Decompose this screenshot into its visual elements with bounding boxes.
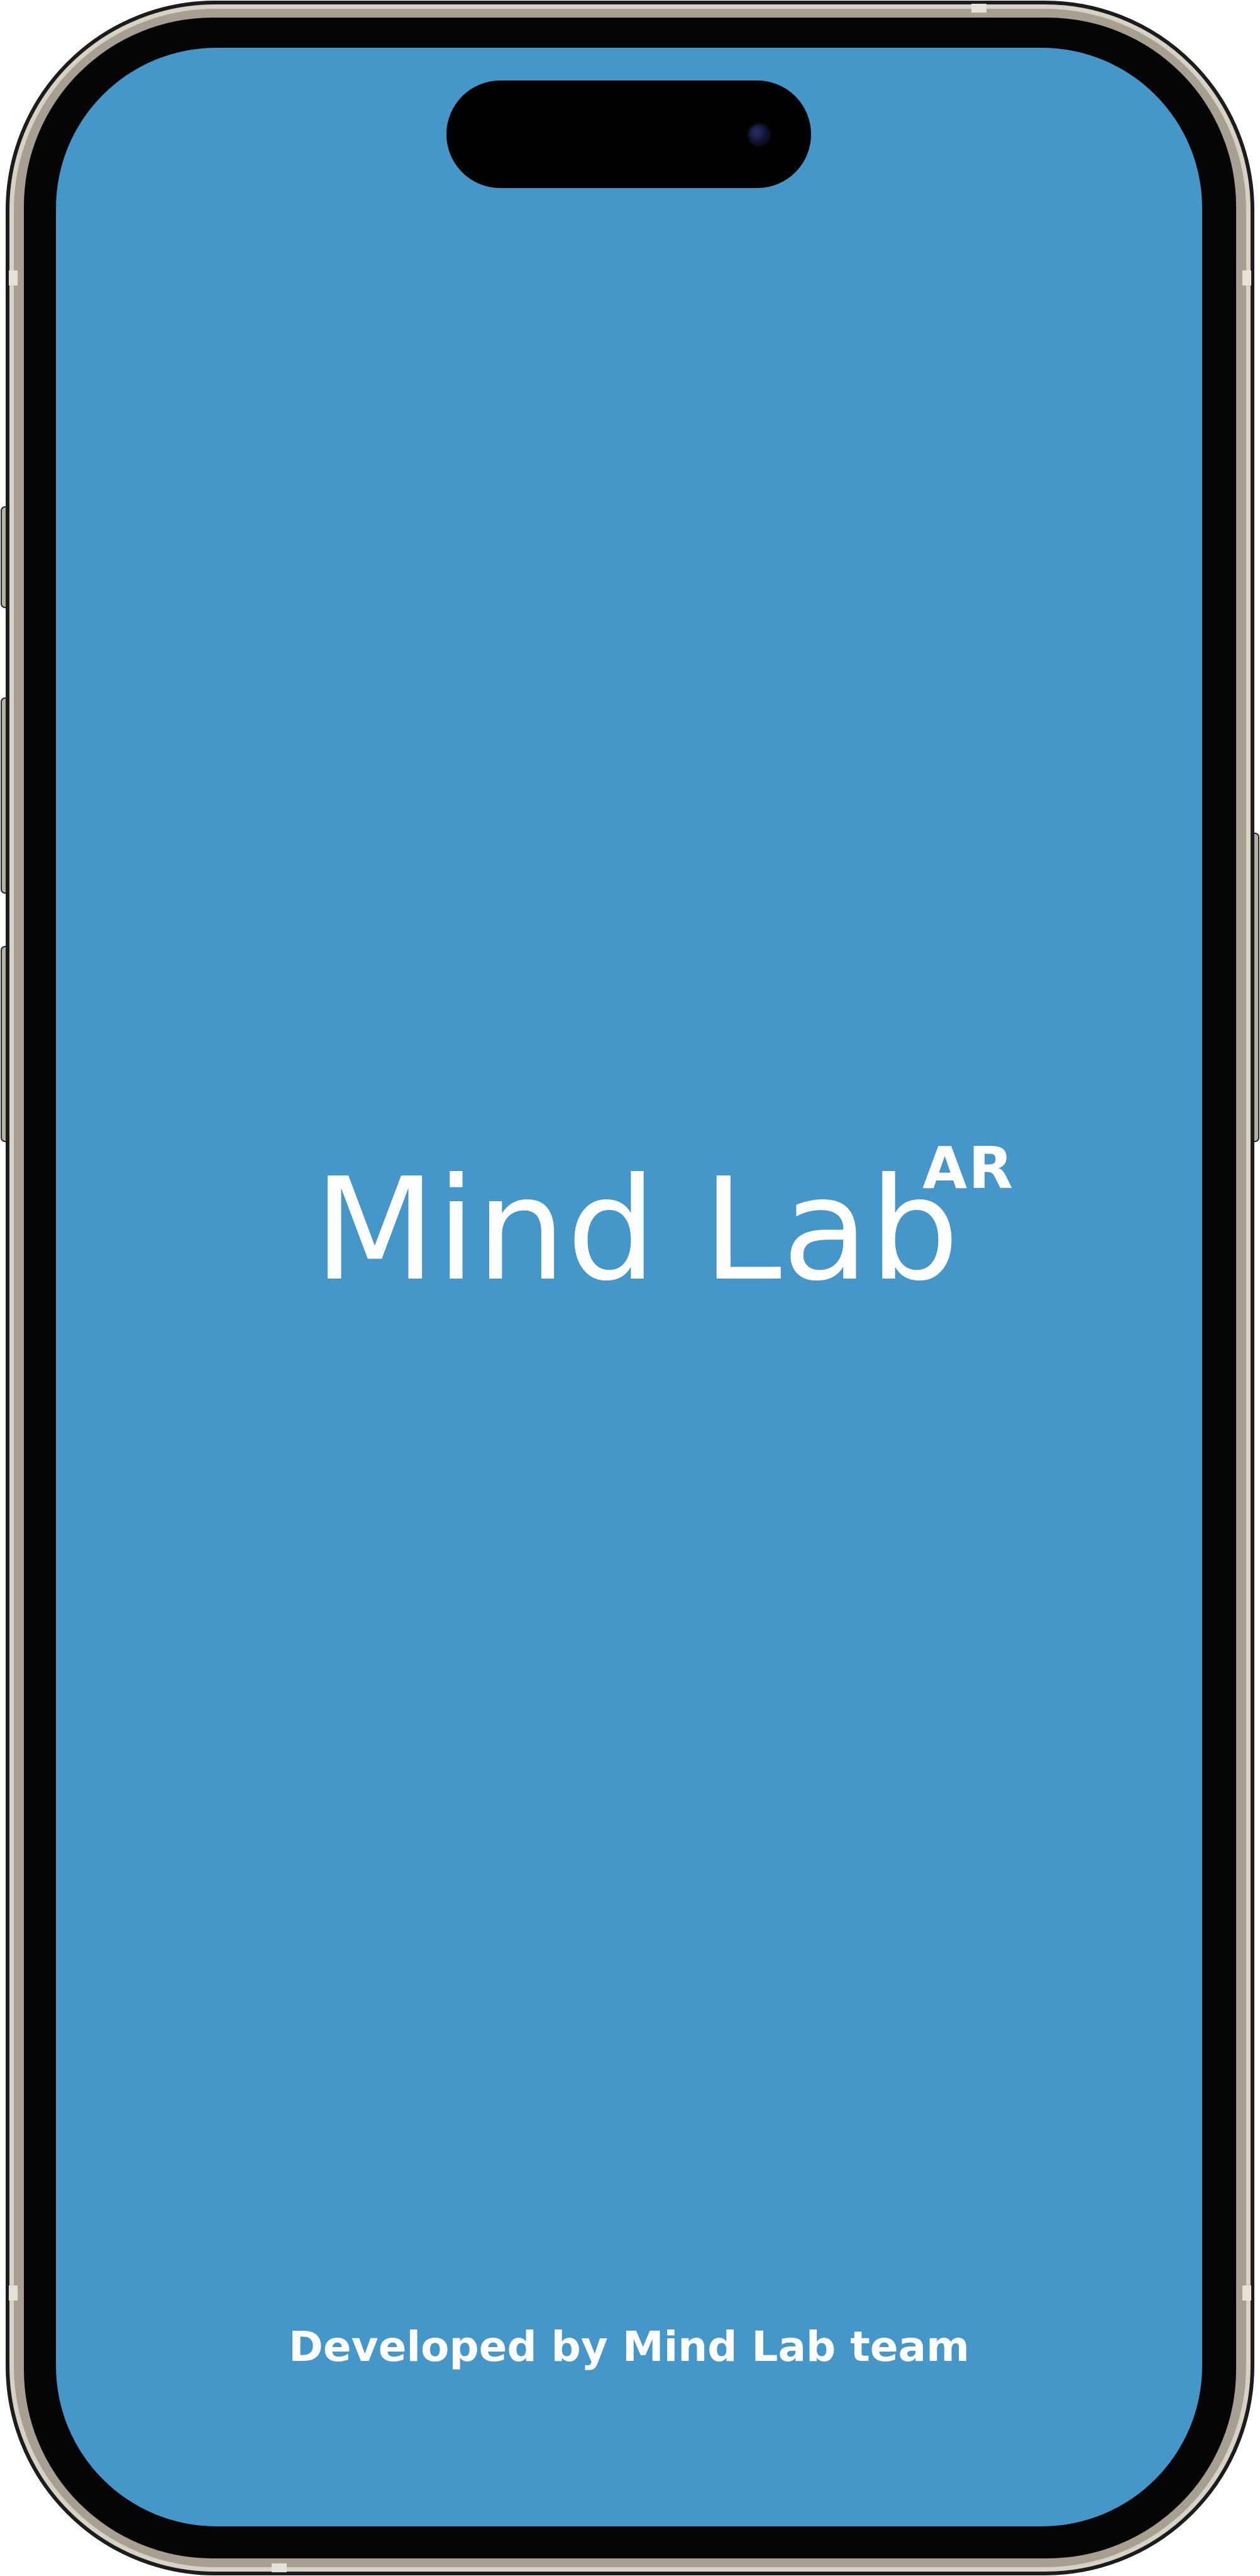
developer-credit: Developed by Mind Lab team (289, 2323, 970, 2371)
antenna-band (1242, 2285, 1251, 2301)
brand-suffix: AR (922, 1135, 1015, 1202)
brand-name: Mind Lab (314, 1148, 960, 1313)
app-logo: Mind Lab AR (56, 48, 1202, 2526)
antenna-band (9, 2285, 18, 2301)
antenna-band (272, 2563, 287, 2572)
iphone-device: Mind Lab AR Developed by Mind Lab team (0, 0, 1260, 2576)
antenna-band (1242, 270, 1251, 286)
antenna-band (9, 270, 18, 286)
app-screen: Mind Lab AR Developed by Mind Lab team (56, 48, 1202, 2526)
antenna-band (971, 4, 986, 13)
